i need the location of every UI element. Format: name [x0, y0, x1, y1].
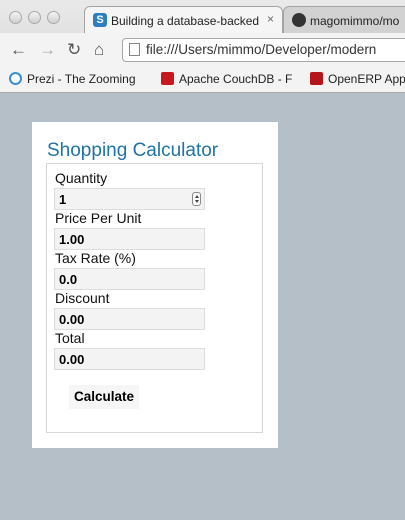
- openerp-icon: [310, 72, 323, 85]
- bookmark-openerp[interactable]: OpenERP App: [310, 72, 405, 86]
- back-arrow-icon[interactable]: ←: [10, 41, 27, 59]
- forward-arrow-icon[interactable]: →: [39, 41, 56, 59]
- address-bar[interactable]: file:///Users/mimmo/Developer/modern: [122, 38, 405, 62]
- browser-chrome: S Building a database-backed × magomimmo…: [0, 0, 405, 93]
- discount-value: 0.00: [59, 312, 85, 327]
- stackoverflow-favicon-icon: S: [93, 13, 107, 27]
- close-window-button[interactable]: [9, 11, 22, 24]
- couchdb-icon: [161, 72, 174, 85]
- bookmark-couchdb[interactable]: Apache CouchDB - F: [161, 72, 292, 86]
- total-label: Total: [55, 330, 85, 346]
- home-icon[interactable]: ⌂: [94, 41, 104, 59]
- tax-rate-label: Tax Rate (%): [55, 250, 136, 266]
- minimize-window-button[interactable]: [28, 11, 41, 24]
- discount-label: Discount: [55, 290, 110, 306]
- tab-title: magomimmo/mo: [310, 14, 400, 28]
- window-controls: [9, 11, 60, 24]
- price-per-unit-input[interactable]: 1.00: [54, 228, 205, 250]
- browser-toolbar: ← → ↻ ⌂ file:///Users/mimmo/Developer/mo…: [0, 33, 405, 67]
- tab-inactive[interactable]: magomimmo/mo: [283, 6, 405, 33]
- tax-rate-input[interactable]: 0.0: [54, 268, 205, 290]
- calculate-button[interactable]: Calculate: [69, 385, 139, 409]
- github-favicon-icon: [292, 13, 306, 27]
- bookmark-prezi[interactable]: Prezi - The Zooming: [9, 72, 136, 86]
- price-per-unit-label: Price Per Unit: [55, 210, 142, 226]
- tab-active[interactable]: S Building a database-backed ×: [84, 6, 283, 33]
- quantity-stepper-icon[interactable]: [192, 192, 201, 206]
- quantity-input[interactable]: 1: [54, 188, 205, 210]
- page-icon: [129, 43, 140, 56]
- prezi-icon: [9, 72, 22, 85]
- zoom-window-button[interactable]: [47, 11, 60, 24]
- close-tab-icon[interactable]: ×: [267, 12, 274, 26]
- price-per-unit-value: 1.00: [59, 232, 85, 247]
- reload-icon[interactable]: ↻: [67, 41, 81, 59]
- url-text: file:///Users/mimmo/Developer/modern: [146, 42, 377, 57]
- bookmarks-bar: Prezi - The Zooming Apache CouchDB - F O…: [0, 67, 405, 92]
- total-value: 0.00: [59, 352, 85, 367]
- quantity-label: Quantity: [55, 170, 108, 186]
- tax-rate-value: 0.0: [59, 272, 78, 287]
- quantity-value: 1: [59, 192, 67, 207]
- shopping-calculator-panel: Shopping Calculator Quantity 1 Price Per…: [32, 122, 278, 448]
- discount-input[interactable]: 0.00: [54, 308, 205, 330]
- calculator-title: Shopping Calculator: [47, 140, 219, 161]
- calculator-form: Quantity 1 Price Per Unit 1.00 Tax Rate …: [46, 163, 263, 433]
- tab-title: Building a database-backed: [111, 14, 260, 28]
- total-input[interactable]: 0.00: [54, 348, 205, 370]
